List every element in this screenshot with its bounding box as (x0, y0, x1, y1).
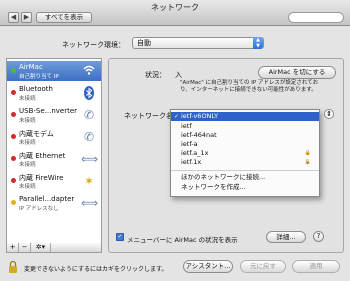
popup-item-ietf-464nat[interactable]: ietf-464nat (171, 131, 319, 140)
lock-hint-text: 変更できないようにするにはカギをクリックします。 (24, 266, 168, 273)
service-item-parallels-adapter[interactable]: Parallel...dapter IP アドレスなし ⟺ (7, 193, 101, 213)
turn-airmac-off-button[interactable]: AirMac を切にする (258, 66, 336, 79)
service-item-internal-firewire[interactable]: 内蔵 FireWire 未接続 ✶ (7, 171, 101, 191)
network-label: ietf.1x (181, 158, 202, 166)
service-name: AirMac (19, 63, 43, 71)
wifi-icon (81, 63, 97, 79)
status-label: 状況： (145, 71, 166, 79)
service-item-usb-serial[interactable]: USB-Se...nverter 未接続 ✆ (7, 105, 101, 125)
status-note: "AirMac" に自己割り当ての IP アドレスが設定されており、インターネッ… (180, 80, 319, 93)
popup-item-ietf-v6only[interactable]: ✓ ietf-v6ONLY (171, 112, 319, 121)
advanced-button[interactable]: 詳細... (266, 231, 306, 243)
title-bar: ネットワーク ◀ ▶ すべてを表示 (0, 0, 350, 26)
bluetooth-icon (81, 85, 97, 101)
service-status: 未接続 (19, 118, 36, 124)
service-item-internal-modem[interactable]: 内蔵モデム 未接続 ✆ (7, 127, 101, 147)
network-label: ietf-a (181, 140, 198, 148)
network-name-popup-menu[interactable]: ✓ ietf-v6ONLY ietf ietf-464nat ietf-a ie… (170, 109, 320, 197)
service-status: 未接続 (19, 96, 36, 102)
status-dot (11, 200, 16, 205)
status-dot (11, 134, 16, 139)
service-list-toolbar: + − ✲▾ (6, 243, 102, 253)
network-label: ietf-464nat (181, 131, 217, 139)
search-field[interactable] (288, 12, 344, 23)
apply-button[interactable]: 適用 (292, 260, 340, 273)
service-name: Parallel...dapter (19, 195, 75, 203)
add-service-button[interactable]: + (7, 243, 19, 252)
service-name: Bluetooth (19, 85, 53, 93)
status-dot (11, 112, 16, 117)
service-list[interactable]: AirMac 自己割り当て IP Bluetooth 未接続 USB-Se...… (6, 58, 102, 244)
service-status: 未接続 (19, 184, 36, 190)
popup-item-ietf-1x[interactable]: ietf.1x 🔒 (171, 158, 319, 167)
create-network-item[interactable]: ネットワークを作成... (171, 183, 319, 192)
back-button[interactable]: ◀ (8, 12, 19, 23)
location-label: ネットワーク環境： (62, 41, 125, 49)
network-label: ietf-v6ONLY (181, 112, 219, 120)
show-airmac-status-label: メニューバーに AirMac の状況を表示 (127, 236, 238, 244)
updown-arrows-icon: ▲ ▼ (253, 37, 263, 49)
service-name: USB-Se...nverter (19, 107, 78, 115)
status-dot (11, 90, 16, 95)
join-other-network-item[interactable]: ほかのネットワークに接続... (171, 173, 319, 182)
popup-item-ietf-a-1x[interactable]: ietf.a_1x 🔒 (171, 149, 319, 158)
service-item-bluetooth[interactable]: Bluetooth 未接続 (7, 83, 101, 103)
show-all-button[interactable]: すべてを表示 (36, 12, 92, 23)
network-label: ietf (181, 122, 192, 130)
forward-button[interactable]: ▶ (21, 12, 32, 23)
location-value: 自動 (137, 39, 151, 47)
status-value: 入 (175, 71, 182, 79)
service-status: IP アドレスなし (19, 206, 59, 212)
help-button[interactable]: ? (313, 231, 324, 242)
lock-icon: 🔒 (304, 150, 311, 156)
firewire-icon: ✶ (83, 174, 95, 188)
network-preferences-window: ネットワーク ◀ ▶ すべてを表示 ネットワーク環境： 自動 ▲ ▼ AirMac… (0, 0, 350, 281)
phone-icon: ✆ (83, 108, 95, 122)
popup-item-ietf[interactable]: ietf (171, 122, 319, 131)
lock-icon: 🔒 (304, 159, 311, 165)
assistant-button[interactable]: アシスタント... (183, 260, 233, 273)
menu-separator (171, 170, 319, 171)
remove-service-button[interactable]: − (19, 243, 31, 252)
popup-arrows-icon[interactable]: ⇕ (324, 109, 334, 119)
service-item-internal-ethernet[interactable]: 内蔵 Ethernet 未接続 ⟺ (7, 149, 101, 169)
gear-menu-button[interactable]: ✲▾ (31, 243, 51, 252)
ethernet-icon: ⟺ (81, 196, 99, 210)
location-select[interactable]: 自動 ▲ ▼ (132, 37, 264, 49)
status-dot (11, 68, 16, 73)
popup-item-ietf-a[interactable]: ietf-a (171, 140, 319, 149)
service-status: 未接続 (19, 140, 36, 146)
revert-button[interactable]: 元に戻す (240, 260, 286, 273)
phone-icon: ✆ (83, 130, 95, 144)
checkmark-icon: ✓ (174, 113, 180, 120)
ethernet-icon: ⟺ (81, 152, 99, 166)
network-label: ietf.a_1x (181, 149, 209, 157)
service-status: 未接続 (19, 162, 36, 168)
padlock-icon[interactable] (8, 260, 18, 274)
status-dot (11, 156, 16, 161)
status-dot (11, 178, 16, 183)
service-status: 自己割り当て IP (19, 74, 59, 80)
show-airmac-status-checkbox[interactable]: ✓ (116, 233, 124, 241)
service-item-airmac[interactable]: AirMac 自己割り当て IP (7, 61, 101, 81)
